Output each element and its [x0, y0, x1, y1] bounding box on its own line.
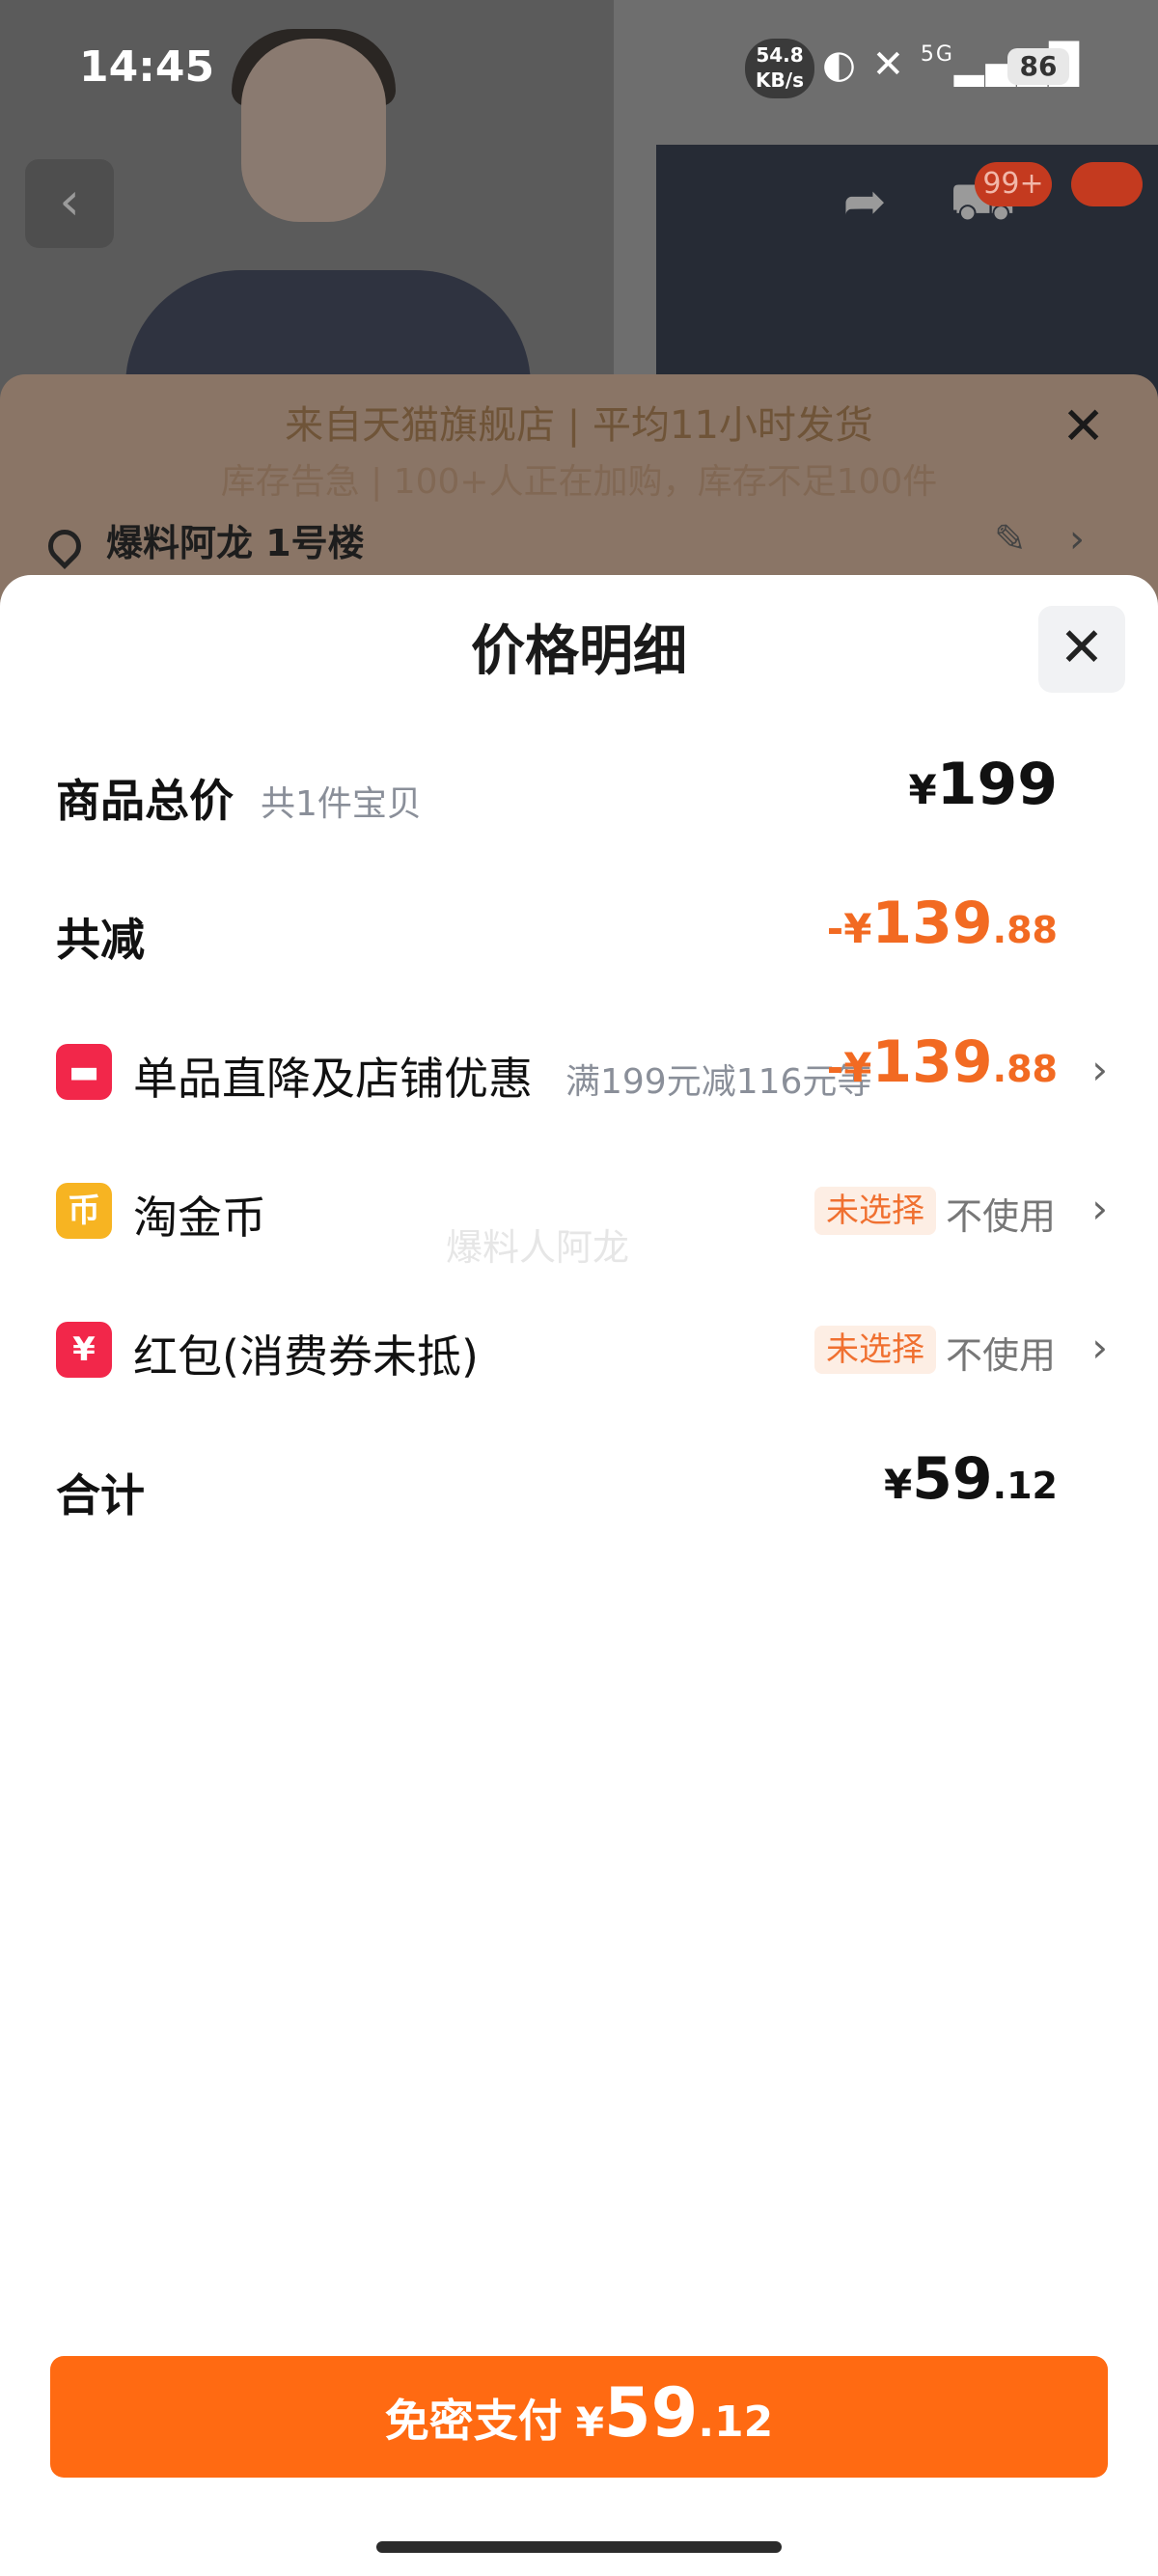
- red-packet-icon: ¥: [56, 1322, 112, 1378]
- status-time: 14:45: [79, 42, 215, 92]
- row-label: 单品直降及店铺优惠: [133, 1053, 533, 1105]
- price-row-total-discount: 共减 -¥139.88: [56, 888, 1108, 974]
- battery-icon: 86: [1007, 48, 1069, 85]
- price-detail-sheet: 价格明细 ✕ 商品总价 共1件宝贝 ¥199 共减 -¥139.88 ▬ 单品直…: [0, 575, 1158, 2576]
- row-price: ¥199: [908, 751, 1058, 818]
- share-icon[interactable]: ➦: [820, 159, 909, 248]
- chevron-right-icon: ›: [1091, 1185, 1108, 1232]
- address-row[interactable]: 爆料阿龙 1号楼: [41, 513, 1110, 581]
- close-icon[interactable]: ✕: [1062, 396, 1105, 456]
- network-speed: 54.8 KB/s: [745, 39, 814, 98]
- price-row-grand-total: 合计 ¥59.12: [56, 1443, 1108, 1530]
- cart-badge: 99+: [975, 162, 1052, 206]
- price-row-red-packet[interactable]: ¥ 红包(消费券未抵) 未选择 不使用 ›: [56, 1304, 1108, 1391]
- status-bar: 14:45 54.8 KB/s ◐ ✕ 5G▂▄▆█ 86: [0, 0, 1158, 135]
- location-pin-icon: [41, 522, 89, 569]
- edit-icon[interactable]: ✎: [994, 517, 1027, 562]
- home-indicator[interactable]: [376, 2541, 782, 2553]
- stock-notice: 库存告急 | 100+人正在加购，库存不足100件: [220, 462, 938, 502]
- back-button[interactable]: ‹: [25, 159, 114, 248]
- unselected-tag: 未选择: [814, 1187, 936, 1235]
- row-price: -¥139.88: [826, 1028, 1058, 1096]
- watermark: 爆料人阿龙: [446, 1226, 630, 1269]
- price-row-store-discount[interactable]: ▬ 单品直降及店铺优惠 满199元减116元等 -¥139.88 ›: [56, 1027, 1108, 1113]
- shop-icon: ▬: [56, 1044, 112, 1100]
- row-label: 商品总价: [56, 775, 234, 827]
- price-row-total-goods: 商品总价 共1件宝贝 ¥199: [56, 749, 1108, 836]
- row-value: 不使用: [945, 1195, 1056, 1238]
- close-button[interactable]: ✕: [1038, 606, 1125, 693]
- unselected-tag: 未选择: [814, 1326, 936, 1374]
- sheet-title: 价格明细: [471, 620, 687, 683]
- coin-icon: 币: [56, 1183, 112, 1239]
- row-price: -¥139.88: [826, 890, 1058, 957]
- row-label: 淘金币: [133, 1192, 266, 1244]
- chevron-right-icon: ›: [1091, 1046, 1108, 1093]
- row-label: 红包(消费券未抵): [133, 1330, 479, 1383]
- row-label: 共减: [56, 914, 145, 966]
- row-price: ¥59.12: [883, 1445, 1058, 1513]
- row-sub: 共1件宝贝: [261, 784, 422, 824]
- row-label: 合计: [56, 1469, 145, 1521]
- row-value: 不使用: [945, 1334, 1056, 1377]
- shipping-notice-title: 来自天猫旗舰店 | 平均11小时发货: [285, 403, 873, 448]
- pay-amount: 59: [603, 2373, 699, 2453]
- pay-button[interactable]: 免密支付 ¥59.12: [50, 2356, 1108, 2478]
- chevron-right-icon[interactable]: ›: [1069, 517, 1085, 562]
- address-text: 爆料阿龙 1号楼: [106, 522, 365, 564]
- chevron-right-icon: ›: [1091, 1324, 1108, 1371]
- message-icon[interactable]: [1071, 162, 1143, 206]
- pay-label: 免密支付: [384, 2395, 563, 2447]
